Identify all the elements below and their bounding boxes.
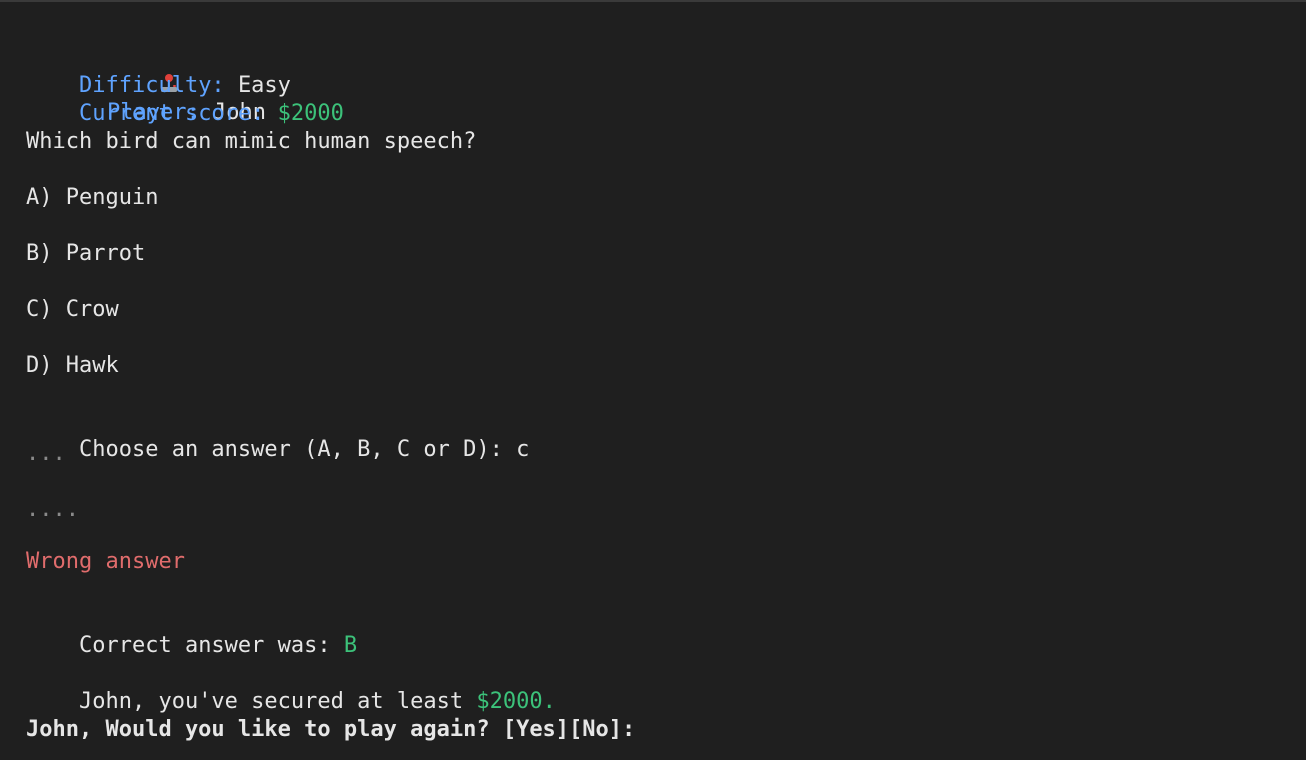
option-d: D) Hawk <box>26 353 119 378</box>
correct-answer-label: Correct answer was: <box>78 633 331 658</box>
wrong-answer-text: Wrong answer <box>26 549 185 574</box>
progress-dots-2: .... <box>26 497 79 522</box>
secured-text: John, you've secured at least <box>78 689 464 714</box>
option-b: B) Parrot <box>26 241 146 266</box>
difficulty-line: Difficulty: Easy <box>26 44 291 98</box>
player-line: Player: John <box>26 16 266 125</box>
option-c: C) Crow <box>26 297 119 322</box>
answer-prompt-line: Choose an answer (A, B, C or D): c <box>26 408 529 462</box>
score-label: Current score: <box>78 101 265 126</box>
play-again-prompt[interactable]: John, Would you like to play again? [Yes… <box>26 716 635 744</box>
terminal-window[interactable]: Player: John Difficulty: Easy Current sc… <box>0 0 1306 760</box>
secured-amount: $2000. <box>476 689 556 714</box>
answer-input[interactable]: c <box>516 437 529 462</box>
correct-answer-value: B <box>343 633 358 658</box>
secured-amount-line: John, you've secured at least $2000. <box>26 660 556 714</box>
question-text: Which bird can mimic human speech? <box>26 129 477 154</box>
option-a: A) Penguin <box>26 185 159 210</box>
progress-dots-1: ... <box>26 441 66 466</box>
score-value: $2000 <box>277 101 344 126</box>
correct-answer-line: Correct answer was: B <box>26 604 357 658</box>
score-line: Current score: $2000 <box>26 72 344 126</box>
answer-prompt: Choose an answer (A, B, C or D): <box>78 437 503 462</box>
